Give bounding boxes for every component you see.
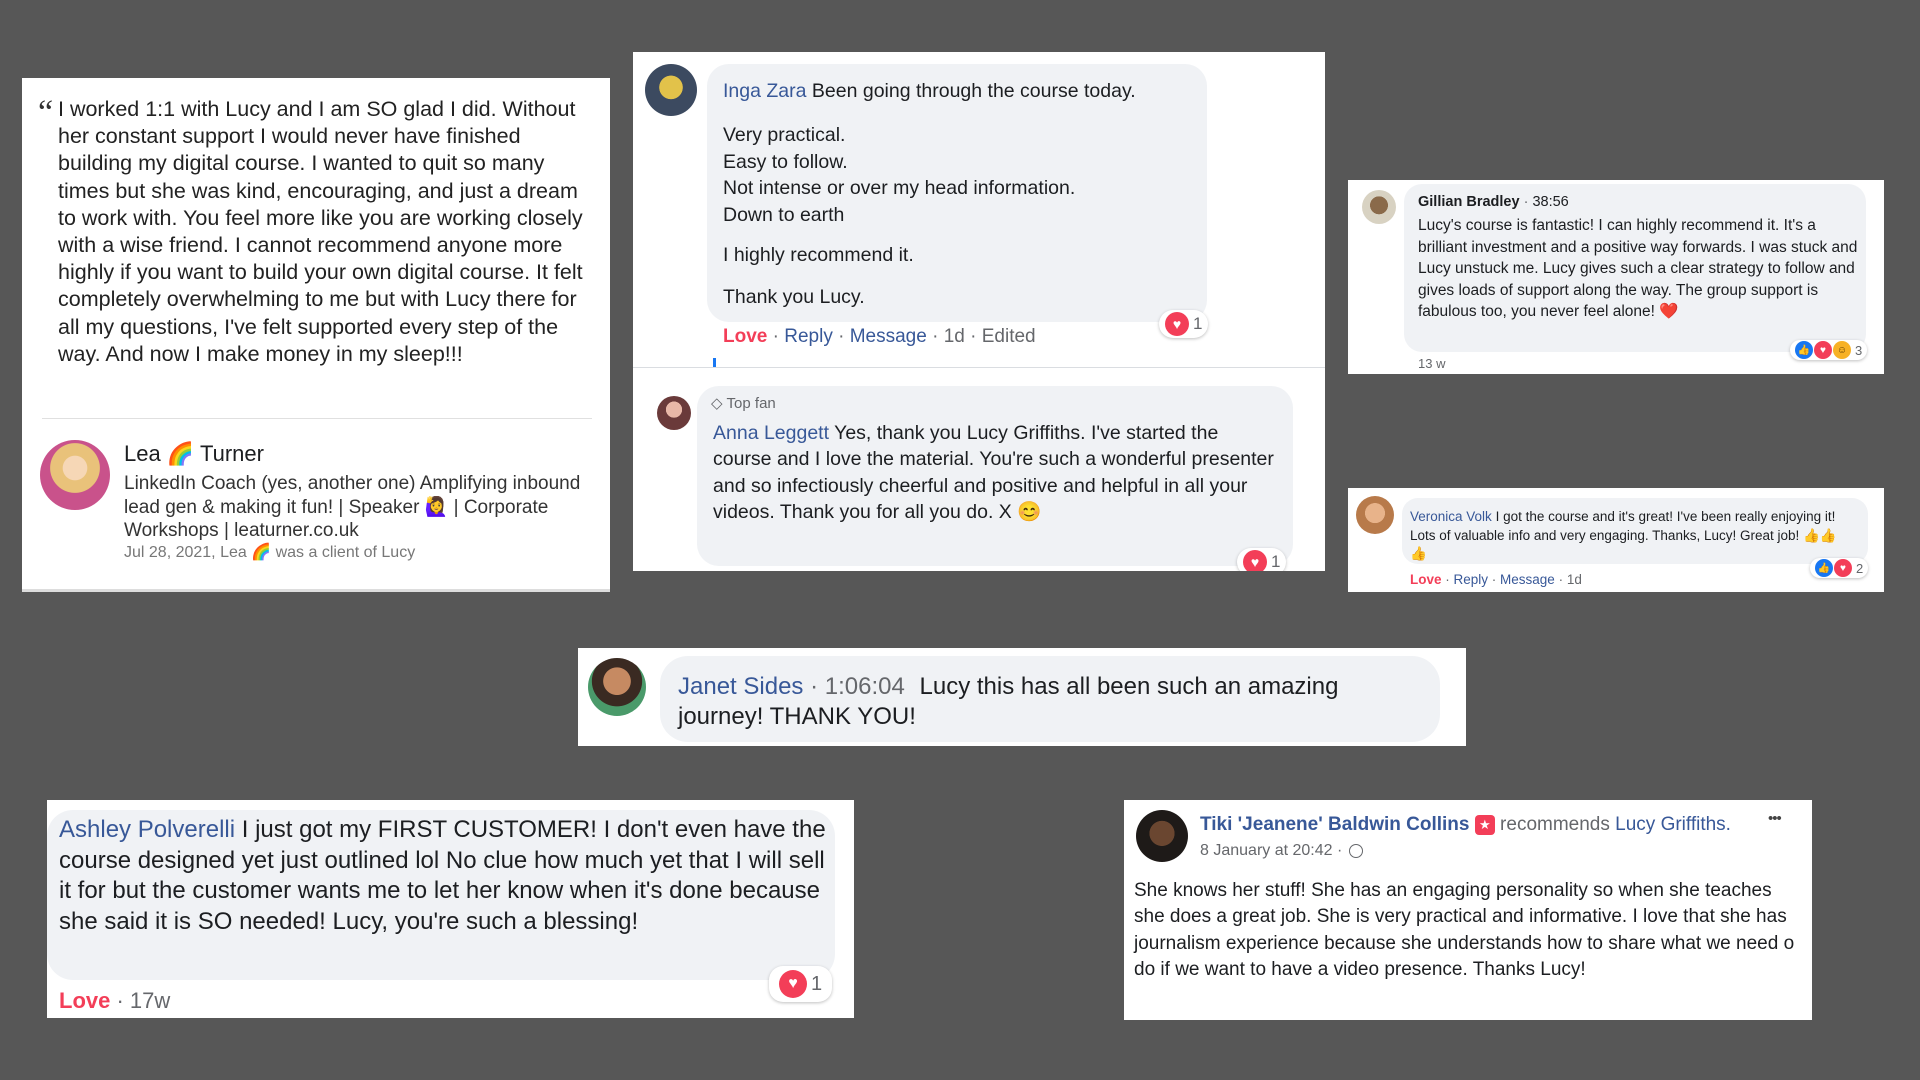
tiki-recommendation-text: She knows her stuff! She has an engaging… [1134,880,1795,981]
inga-reaction-pill[interactable]: ♥ 1 [1159,310,1209,338]
veronica-name[interactable]: Veronica Volk [1410,509,1492,524]
comment-time: · 17w [116,988,171,1013]
ashley-actions: Love · 17w [59,988,170,1014]
janet-comment: Janet Sides · 1:06:04 Lucy this has all … [678,673,1339,730]
inga-comment-body: Very practical. Easy to follow. Not inte… [723,124,1076,226]
like-icon: 👍 [1815,559,1833,577]
veronica-actions: Love · Reply · Message · 1d [1410,572,1582,587]
janet-avatar[interactable] [588,658,646,716]
lea-headline: LinkedIn Coach (yes, another one) Amplif… [124,473,581,541]
gillian-reaction-pill[interactable]: 👍 ♥ ☺ 3 [1790,340,1868,360]
ashley-comment: Ashley Polverelli I just got my FIRST CU… [59,816,826,935]
haha-icon: ☺ [1833,341,1851,359]
comment-time: 1d [943,326,965,347]
lea-turner-card: “ I worked 1:1 with Lucy and I am SO gla… [22,78,610,592]
veronica-reaction-pill[interactable]: 👍 ♥ 2 [1810,558,1869,578]
rainbow-icon: 🌈 [166,441,195,466]
inga-actions: Love · Reply · Message · 1d · Edited [723,326,1036,347]
reply-button[interactable]: Reply [1454,572,1489,587]
globe-icon [1348,843,1363,858]
love-button[interactable]: Love [723,326,767,347]
lea-name[interactable]: Lea 🌈 Turner [124,441,264,467]
veronica-comment: Veronica Volk I got the course and it's … [1410,509,1837,561]
inga-zara-card: Inga Zara Been going through the course … [633,52,1325,571]
lea-avatar[interactable] [40,440,110,510]
ashley-reaction-pill[interactable]: ♥ 1 [769,966,833,1002]
janet-name[interactable]: Janet Sides [678,673,803,700]
gillian-bradley-card: Gillian Bradley · 38:56 Lucy's course is… [1348,180,1884,374]
ashley-polverelli-card: Ashley Polverelli I just got my FIRST CU… [47,800,854,1018]
veronica-volk-card: Veronica Volk I got the course and it's … [1348,488,1884,592]
anna-reaction-pill[interactable]: ♥ 1 [1237,548,1287,571]
heart-icon: ♥ [1834,559,1852,577]
janet-timestamp[interactable]: 1:06:04 [825,673,905,700]
section-divider [633,367,1325,368]
inga-comment-line2: I highly recommend it. [723,244,914,266]
heart-icon: ♥ [1814,341,1832,359]
gillian-comment: Lucy's course is fantastic! I can highly… [1418,217,1858,321]
inga-avatar[interactable] [645,64,697,116]
tiki-name[interactable]: Tiki 'Jeanene' Baldwin Collins [1200,814,1469,835]
anna-comment: Anna Leggett Yes, thank you Lucy Griffit… [713,422,1274,523]
janet-sides-card: Janet Sides · 1:06:04 Lucy this has all … [578,648,1466,746]
love-button[interactable]: Love [1410,572,1442,587]
diamond-icon: ◇ [711,395,723,412]
anna-name[interactable]: Anna Leggett [713,422,829,444]
ashley-name[interactable]: Ashley Polverelli [59,816,235,843]
gillian-avatar[interactable] [1362,190,1396,224]
inga-name[interactable]: Inga Zara [723,80,806,102]
tiki-date[interactable]: 8 January at 20:42 · [1200,842,1342,859]
tiki-header: Tiki 'Jeanene' Baldwin Collins ★ recomme… [1200,814,1731,835]
tiki-collins-card: Tiki 'Jeanene' Baldwin Collins ★ recomme… [1124,800,1812,1020]
top-fan-badge: ◇ Top fan [711,395,776,412]
comment-time: 1d [1566,572,1582,587]
like-icon: 👍 [1795,341,1813,359]
inga-first-line: Inga Zara Been going through the course … [723,80,1136,102]
quote-mark: “ [38,94,54,131]
veronica-avatar[interactable] [1356,496,1394,534]
more-options-icon[interactable]: ••• [1768,810,1782,827]
heart-icon: ♥ [1243,550,1267,571]
recommend-star-icon: ★ [1474,814,1495,835]
tiki-date-row: 8 January at 20:42 · [1200,842,1363,860]
heart-icon: ♥ [1165,312,1189,336]
heart-icon: ♥ [779,970,807,998]
inga-comment-line3: Thank you Lucy. [723,286,865,308]
gillian-header: Gillian Bradley · 38:56 [1418,194,1569,210]
gillian-timestamp[interactable]: 38:56 [1532,194,1568,210]
gillian-name[interactable]: Gillian Bradley [1418,194,1520,210]
tiki-avatar[interactable] [1136,810,1188,862]
lea-meta: Jul 28, 2021, Lea 🌈 was a client of Lucy [124,544,416,561]
message-button[interactable]: Message [1500,572,1555,587]
lucy-griffiths-link[interactable]: Lucy Griffiths. [1615,814,1731,835]
gillian-time: 13 w [1418,356,1446,371]
divider [42,418,592,419]
lea-quote-text: I worked 1:1 with Lucy and I am SO glad … [58,97,583,366]
love-button[interactable]: Love [59,988,110,1013]
anna-avatar[interactable] [657,396,691,430]
edited-label: Edited [981,326,1036,347]
reply-button[interactable]: Reply [784,326,833,347]
message-button[interactable]: Message [850,326,927,347]
